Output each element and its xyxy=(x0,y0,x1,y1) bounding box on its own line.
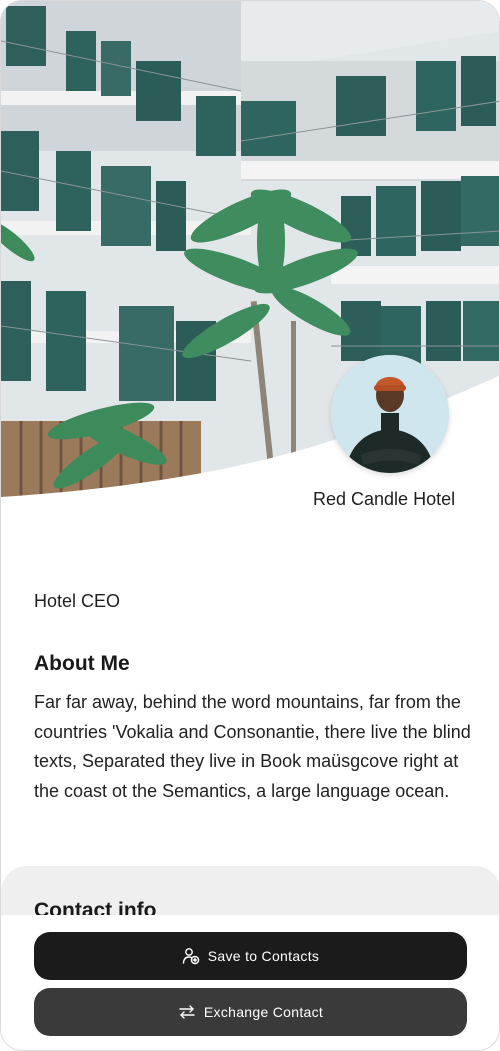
profile-card: Red Candle Hotel Hotel CEO About Me Far … xyxy=(0,0,500,1051)
avatar xyxy=(331,355,449,473)
about-text: Far far away, behind the word mountains,… xyxy=(34,692,471,801)
save-button-label: Save to Contacts xyxy=(207,948,320,964)
job-title: Hotel CEO xyxy=(34,591,121,611)
save-to-contacts-button[interactable]: Save to Contacts xyxy=(34,932,467,980)
exchange-contact-button[interactable]: Exchange Contact xyxy=(34,988,467,1036)
about-heading: About Me xyxy=(34,652,130,675)
company-name: Red Candle Hotel xyxy=(313,489,456,509)
exchange-button-label: Exchange Contact xyxy=(203,1004,324,1020)
swap-arrows-icon xyxy=(178,1003,196,1021)
user-plus-icon xyxy=(182,947,200,965)
